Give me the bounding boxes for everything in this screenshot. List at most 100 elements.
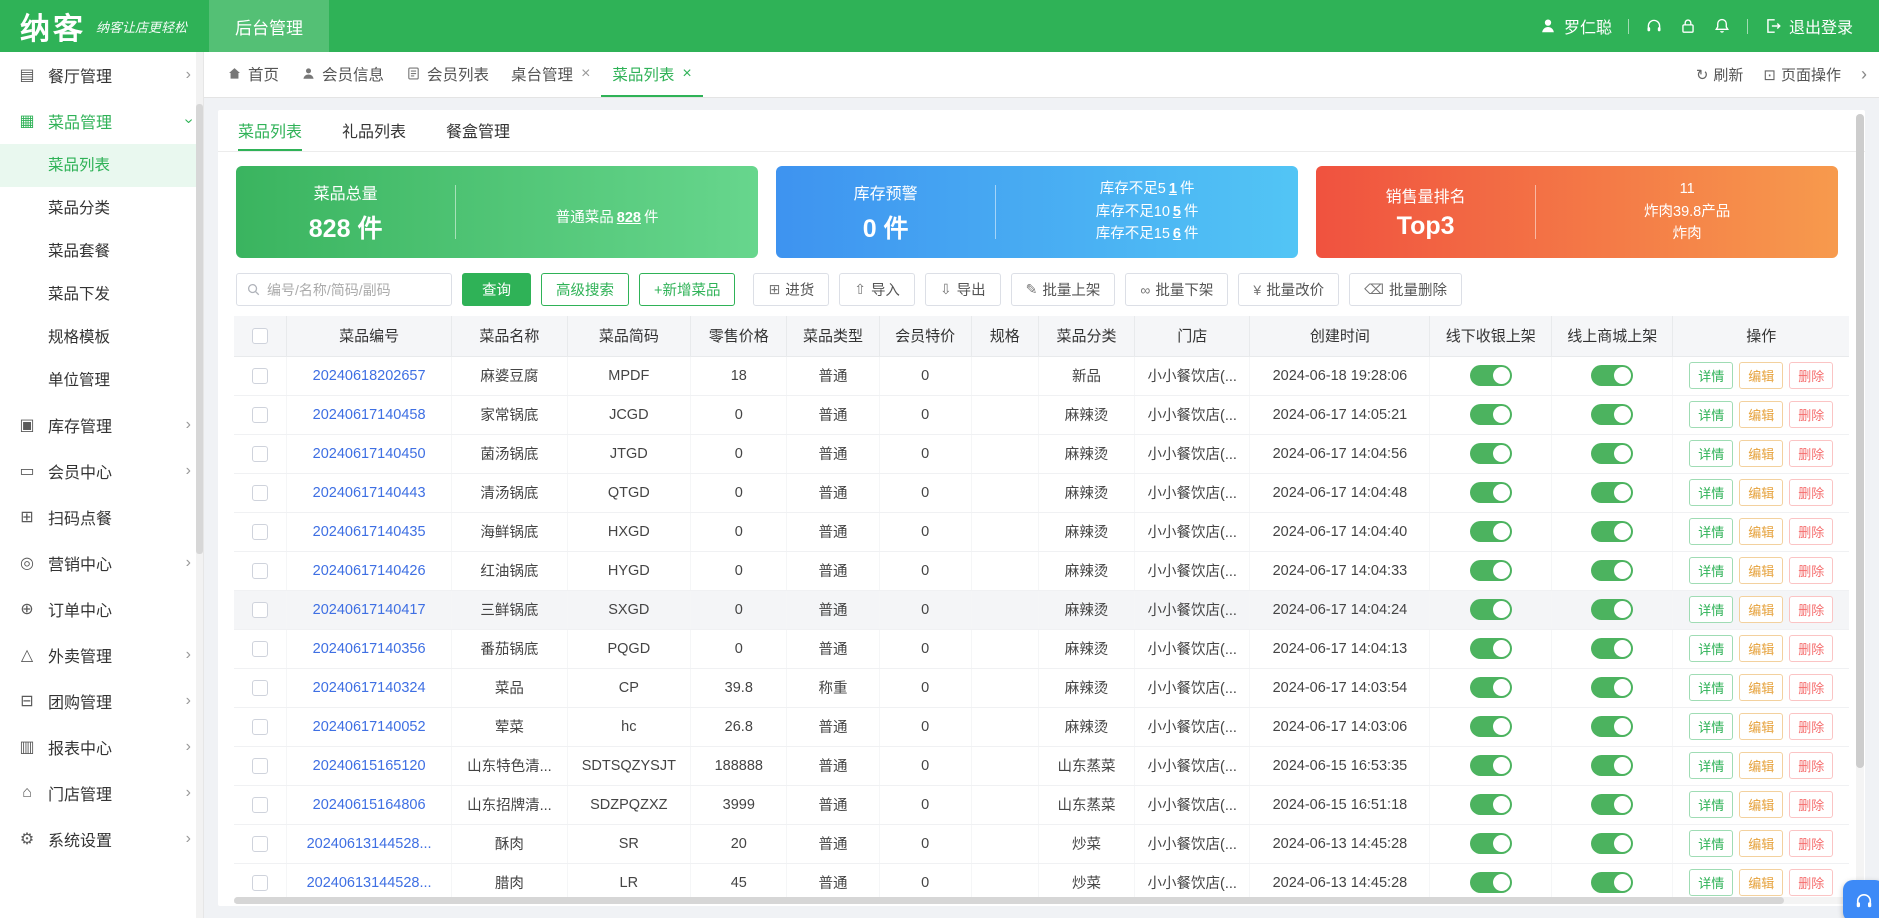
row-checkbox[interactable] [251,601,268,618]
sidebar-item[interactable]: ▤ 餐厅管理 › [0,52,203,98]
row-checkbox[interactable] [251,718,268,735]
offline-shelf-toggle[interactable] [1469,443,1512,464]
horizontal-scrollbar-thumb[interactable] [234,897,1785,904]
offline-shelf-toggle[interactable] [1469,872,1512,893]
online-shelf-toggle[interactable] [1591,560,1634,581]
online-shelf-toggle[interactable] [1591,755,1634,776]
online-shelf-toggle[interactable] [1591,794,1634,815]
offline-shelf-toggle[interactable] [1469,677,1512,698]
item-id-link[interactable]: 20240613144528... [307,836,432,852]
offline-shelf-toggle[interactable] [1469,638,1512,659]
offline-shelf-toggle[interactable] [1469,521,1512,542]
item-id-link[interactable]: 20240617140458 [313,407,426,423]
sidebar-subitem[interactable]: 单位管理 [0,359,203,402]
vertical-scrollbar[interactable] [1856,114,1864,892]
sidebar-subitem[interactable]: 菜品分类 [0,187,203,230]
row-checkbox[interactable] [251,406,268,423]
item-id-link[interactable]: 20240617140435 [313,524,426,540]
detail-button[interactable]: 详情 [1689,791,1734,818]
delete-button[interactable]: 删除 [1789,401,1834,428]
delete-button[interactable]: 删除 [1789,479,1834,506]
horizontal-scrollbar[interactable] [234,897,1849,904]
offline-shelf-toggle[interactable] [1469,404,1512,425]
row-checkbox[interactable] [251,874,268,891]
detail-button[interactable]: 详情 [1689,830,1734,857]
item-id-link[interactable]: 20240617140426 [313,563,426,579]
user-menu[interactable]: 罗仁聪 [1539,14,1612,38]
detail-button[interactable]: 详情 [1689,635,1734,662]
item-id-link[interactable]: 20240617140450 [313,446,426,462]
row-checkbox[interactable] [251,445,268,462]
online-shelf-toggle[interactable] [1591,521,1634,542]
detail-button[interactable]: 详情 [1689,869,1734,896]
workspace-tab[interactable]: 会员信息 [290,52,395,97]
online-shelf-toggle[interactable] [1591,443,1634,464]
card-detail-number[interactable]: 828 [617,210,641,226]
row-checkbox[interactable] [251,679,268,696]
edit-button[interactable]: 编辑 [1739,713,1784,740]
online-shelf-toggle[interactable] [1591,482,1634,503]
detail-button[interactable]: 详情 [1689,596,1734,623]
offline-shelf-toggle[interactable] [1469,365,1512,386]
sidebar-scrollbar-thumb[interactable] [196,103,203,555]
online-shelf-toggle[interactable] [1591,833,1634,854]
row-checkbox[interactable] [251,796,268,813]
detail-button[interactable]: 详情 [1689,713,1734,740]
import-button[interactable]: ⇧ 导入 [839,273,915,306]
delete-button[interactable]: 删除 [1789,830,1834,857]
edit-button[interactable]: 编辑 [1739,557,1784,584]
delete-button[interactable]: 删除 [1789,518,1834,545]
offline-shelf-toggle[interactable] [1469,794,1512,815]
item-id-link[interactable]: 20240617140052 [313,719,426,735]
sidebar-subitem[interactable]: 菜品套餐 [0,230,203,273]
subtab[interactable]: 礼品列表 [342,110,406,151]
item-id-link[interactable]: 20240617140443 [313,485,426,501]
online-shelf-toggle[interactable] [1591,638,1634,659]
backend-admin-tab[interactable]: 后台管理 [209,0,330,52]
row-checkbox[interactable] [251,757,268,774]
edit-button[interactable]: 编辑 [1739,791,1784,818]
sidebar-item[interactable]: ◎ 营销中心 › [0,540,203,586]
subtab[interactable]: 餐盒管理 [446,110,510,151]
item-id-link[interactable]: 20240617140417 [313,602,426,618]
item-id-link[interactable]: 20240617140356 [313,641,426,657]
sidebar-item[interactable]: ⌂ 门店管理 › [0,770,203,816]
sidebar-item[interactable]: △ 外卖管理 › [0,632,203,678]
item-id-link[interactable]: 20240617140324 [313,680,426,696]
detail-button[interactable]: 详情 [1689,362,1734,389]
online-shelf-toggle[interactable] [1591,599,1634,620]
bell-icon[interactable] [1713,17,1731,35]
sidebar-item[interactable]: ▭ 会员中心 › [0,448,203,494]
logout-button[interactable]: 退出登录 [1764,14,1853,38]
online-shelf-toggle[interactable] [1591,872,1634,893]
sidebar-item[interactable]: ⊞ 扫码点餐 [0,494,203,540]
sidebar-subitem[interactable]: 规格模板 [0,316,203,359]
edit-button[interactable]: 编辑 [1739,635,1784,662]
page-ops-button[interactable]: ⊡ 页面操作 [1763,64,1841,85]
delete-button[interactable]: 删除 [1789,557,1834,584]
export-button[interactable]: ⇩ 导出 [924,273,1001,306]
edit-button[interactable]: 编辑 [1739,596,1784,623]
offline-shelf-toggle[interactable] [1469,833,1512,854]
online-shelf-toggle[interactable] [1591,716,1634,737]
row-checkbox[interactable] [251,484,268,501]
query-button[interactable]: 查询 [462,273,531,306]
row-checkbox[interactable] [251,562,268,579]
detail-button[interactable]: 详情 [1689,557,1734,584]
batch-offshelf-button[interactable]: ∞ 批量下架 [1125,273,1229,306]
refresh-button[interactable]: ↻ 刷新 [1696,64,1744,85]
row-checkbox[interactable] [251,640,268,657]
workspace-tab[interactable]: 菜品列表 × [601,52,703,97]
card-detail-number[interactable]: 1 [1169,181,1177,197]
row-checkbox[interactable] [251,835,268,852]
edit-button[interactable]: 编辑 [1739,869,1784,896]
detail-button[interactable]: 详情 [1689,401,1734,428]
online-shelf-toggle[interactable] [1591,365,1634,386]
stock-in-button[interactable]: ⊞ 进货 [753,273,830,306]
item-id-link[interactable]: 20240618202657 [313,368,426,384]
edit-button[interactable]: 编辑 [1739,401,1784,428]
workspace-tab[interactable]: 首页 [216,52,290,97]
detail-button[interactable]: 详情 [1689,518,1734,545]
add-item-button[interactable]: +新增菜品 [639,273,736,306]
detail-button[interactable]: 详情 [1689,674,1734,701]
